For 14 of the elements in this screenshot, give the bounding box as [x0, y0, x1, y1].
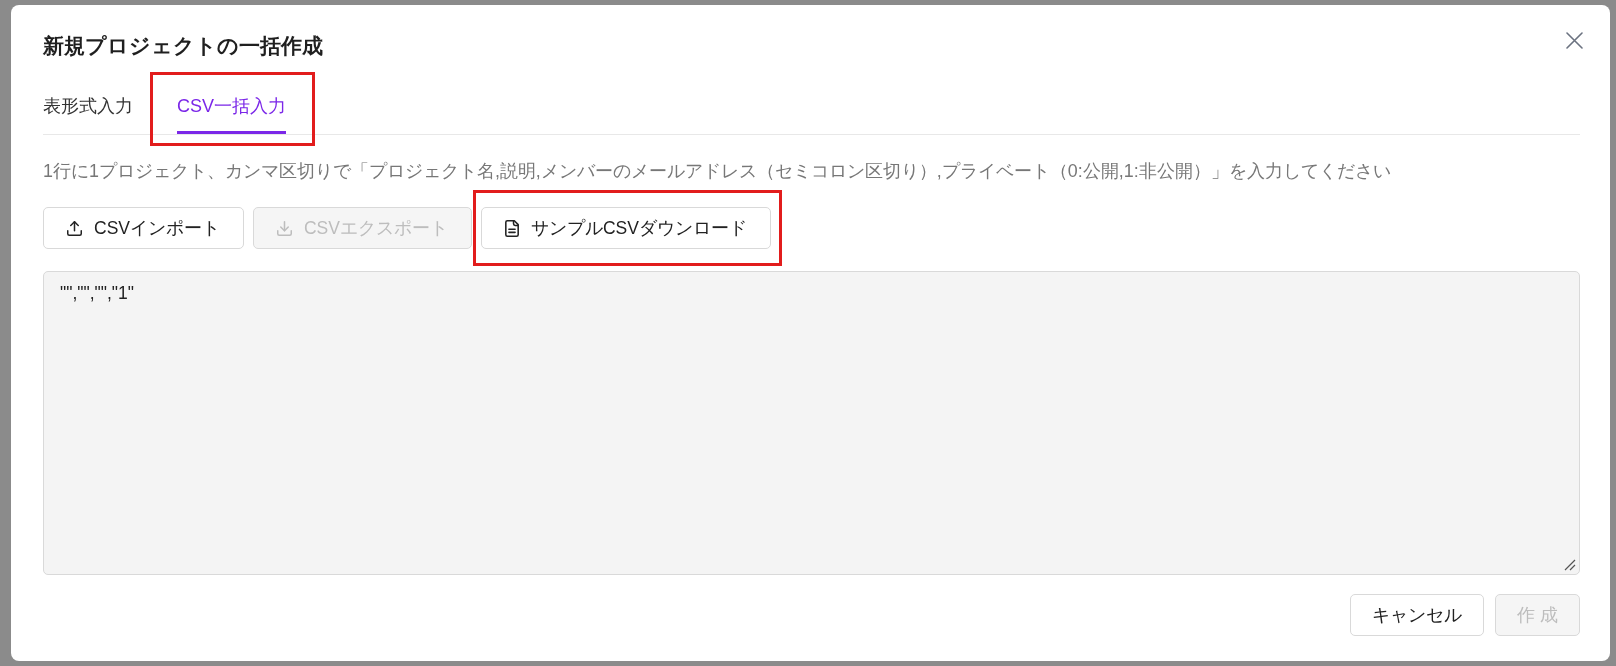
- download-icon: [277, 220, 292, 236]
- sample-download-button[interactable]: サンプルCSVダウンロード: [480, 207, 771, 249]
- cancel-button[interactable]: キャンセル: [1350, 594, 1485, 636]
- resize-grip-icon: [1564, 559, 1576, 571]
- close-icon: [1565, 31, 1583, 49]
- instruction-text: 1行に1プロジェクト、カンマ区切りで「プロジェクト名,説明,メンバーのメールアドレス（セミコロン区切り）,プライベート（0:公開,1:非公開）」を入力してください: [43, 160, 1392, 183]
- upload-icon: [67, 220, 82, 236]
- csv-input-field[interactable]: "","","","1": [43, 271, 1580, 575]
- tab[interactable]: CSV一括入力: [177, 86, 286, 134]
- dialog-title: 新規プロジェクトの一括作成: [43, 33, 323, 59]
- close-button[interactable]: [1563, 29, 1585, 51]
- tab[interactable]: 表形式入力: [43, 86, 133, 134]
- document-icon: [504, 219, 519, 237]
- import-button[interactable]: CSVインポート: [43, 207, 244, 249]
